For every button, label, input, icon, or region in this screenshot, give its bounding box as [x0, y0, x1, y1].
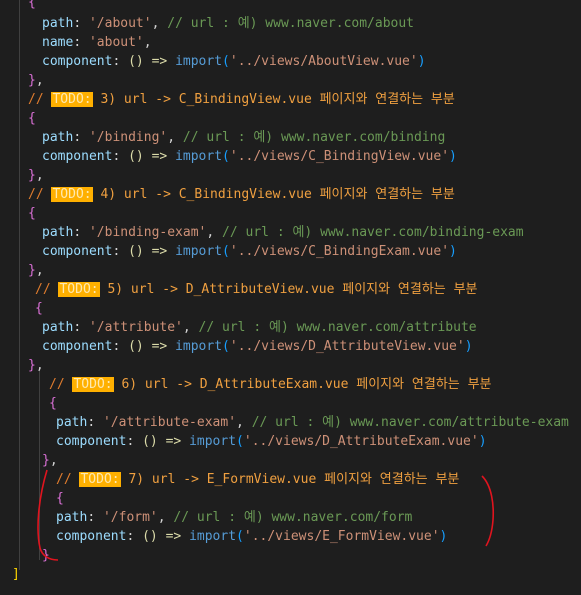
code-editor[interactable]: {path: '/about', // url : 예) www.naver.c… [0, 0, 581, 595]
handwritten-annotation [37, 469, 495, 561]
